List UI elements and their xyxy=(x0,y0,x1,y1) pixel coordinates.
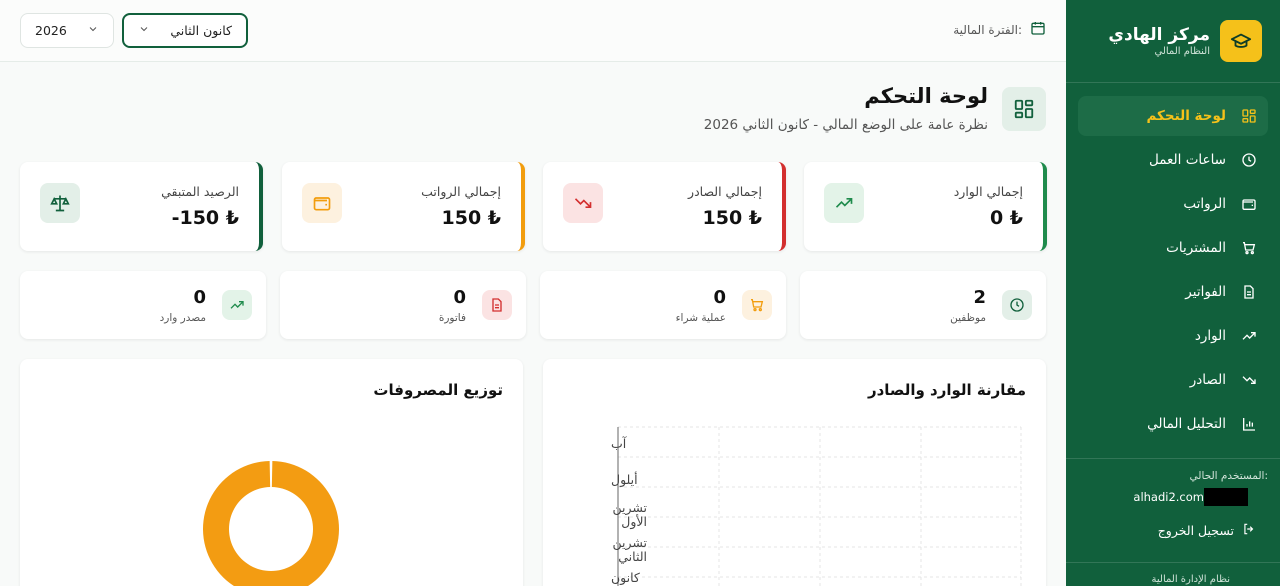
invoice-icon xyxy=(482,290,512,320)
year-value: 2026 xyxy=(35,23,67,38)
sidebar-item-expenses[interactable]: الصادر xyxy=(1078,360,1268,400)
month-select[interactable]: كانون الثاني xyxy=(122,13,248,48)
logout-button[interactable]: تسجيل الخروج xyxy=(1158,522,1256,539)
mini-card-invoices: 0 فاتورة xyxy=(280,271,526,339)
stat-card-total-income: إجمالي الوارد 0 ₺ xyxy=(804,162,1047,251)
sidebar-item-dashboard[interactable]: لوحة التحكم xyxy=(1078,96,1268,136)
sidebar-nav: لوحة التحكم ساعات العمل الرواتب المشتريا… xyxy=(1078,96,1268,448)
y-tick-label: آب xyxy=(611,436,627,451)
bar-chart-icon xyxy=(1240,415,1258,433)
y-tick-label: تشرين الأول xyxy=(612,500,647,529)
y-tick-label: كانون xyxy=(611,570,640,585)
redacted-block xyxy=(1204,488,1248,506)
current-user-label: المستخدم الحالي: xyxy=(1189,470,1268,482)
sidebar-divider xyxy=(1066,458,1280,459)
mini-value: 0 xyxy=(713,287,726,308)
stat-label: إجمالي الصادر xyxy=(688,184,762,199)
cart-icon xyxy=(742,290,772,320)
month-value: كانون الثاني xyxy=(170,23,232,38)
sidebar-item-label: الوارد xyxy=(1194,328,1226,344)
wallet-icon xyxy=(302,183,342,223)
sidebar-divider xyxy=(1066,562,1280,563)
sidebar-item-label: الصادر xyxy=(1189,372,1226,388)
stat-value: -150 ₺ xyxy=(171,207,239,229)
mini-value: 0 xyxy=(453,287,466,308)
sidebar: مركز الهادي النظام المالي لوحة التحكم سا… xyxy=(1066,0,1280,586)
mini-label: موظفين xyxy=(950,312,986,324)
sidebar-item-label: المشتريات xyxy=(1166,240,1226,256)
financial-period: الفترة المالية: xyxy=(953,20,1046,39)
trending-up-icon xyxy=(824,183,864,223)
stat-card-remaining-balance: الرصيد المتبقي -150 ₺ xyxy=(20,162,263,251)
stat-value: 150 ₺ xyxy=(441,207,502,229)
cart-icon xyxy=(1240,239,1258,257)
sidebar-item-label: لوحة التحكم xyxy=(1146,108,1226,124)
stat-card-total-expense: إجمالي الصادر 150 ₺ xyxy=(543,162,786,251)
stat-label: إجمالي الرواتب xyxy=(421,184,501,199)
trending-down-icon xyxy=(1240,371,1258,389)
clock-icon xyxy=(1002,290,1032,320)
stat-label: إجمالي الوارد xyxy=(953,184,1023,199)
top-bar: الفترة المالية: كانون الثاني 2026 xyxy=(0,0,1066,62)
mini-value: 0 xyxy=(193,287,206,308)
chevron-down-icon xyxy=(87,23,99,38)
trending-up-icon xyxy=(1240,327,1258,345)
trending-down-icon xyxy=(563,183,603,223)
mini-card-purchases: 0 عملية شراء xyxy=(540,271,786,339)
dashboard-icon xyxy=(1240,107,1258,125)
invoice-icon xyxy=(1240,283,1258,301)
brand-subtitle: النظام المالي xyxy=(1154,46,1211,57)
brand: مركز الهادي النظام المالي xyxy=(1108,20,1262,62)
sidebar-item-label: الرواتب xyxy=(1183,196,1226,212)
calendar-icon xyxy=(1030,20,1046,39)
trending-up-icon xyxy=(222,290,252,320)
mini-label: عملية شراء xyxy=(675,312,726,324)
sidebar-item-purchases[interactable]: المشتريات xyxy=(1078,228,1268,268)
scale-icon xyxy=(40,183,80,223)
mini-label: فاتورة xyxy=(438,312,466,324)
dashboard-icon xyxy=(1002,87,1046,131)
sidebar-item-invoices[interactable]: الفواتير xyxy=(1078,272,1268,312)
sidebar-item-work-hours[interactable]: ساعات العمل xyxy=(1078,140,1268,180)
page-title: لوحة التحكم xyxy=(864,84,988,108)
period-label: الفترة المالية: xyxy=(953,22,1022,37)
sidebar-divider xyxy=(1066,82,1280,83)
sidebar-item-label: ساعات العمل xyxy=(1149,152,1226,168)
y-tick-label: تشرين الثاني xyxy=(612,535,647,564)
graduation-cap-icon xyxy=(1220,20,1262,62)
mini-value: 2 xyxy=(973,287,986,308)
brand-title: مركز الهادي xyxy=(1108,25,1210,45)
expense-distribution-panel: توزيع المصروفات xyxy=(20,359,523,586)
mini-card-employees: 2 موظفين xyxy=(800,271,1046,339)
stat-value: 150 ₺ xyxy=(702,207,763,229)
year-select[interactable]: 2026 xyxy=(20,13,114,48)
logout-label: تسجيل الخروج xyxy=(1157,523,1234,538)
stat-value: 0 ₺ xyxy=(989,207,1023,229)
mini-label: مصدر وارد xyxy=(159,312,206,324)
y-tick-label: أيلول xyxy=(611,472,638,487)
wallet-icon xyxy=(1240,195,1258,213)
stat-label: الرصيد المتبقي xyxy=(161,184,239,199)
page-subtitle: نظرة عامة على الوضع المالي - كانون الثان… xyxy=(703,117,988,133)
sidebar-item-income[interactable]: الوارد xyxy=(1078,316,1268,356)
clock-icon xyxy=(1240,151,1258,169)
expense-donut-chart xyxy=(203,461,339,586)
chevron-down-icon xyxy=(138,23,150,38)
donut-slice xyxy=(203,461,339,586)
sidebar-footer: نظام الإدارة المالية xyxy=(1151,574,1230,585)
user-email-text: alhadi2.com xyxy=(1133,490,1204,504)
sidebar-item-label: الفواتير xyxy=(1185,284,1226,300)
sidebar-item-label: التحليل المالي xyxy=(1147,416,1226,432)
sidebar-item-analysis[interactable]: التحليل المالي xyxy=(1078,404,1268,444)
current-user-email: alhadi2.com xyxy=(1133,488,1248,506)
sidebar-item-salaries[interactable]: الرواتب xyxy=(1078,184,1268,224)
mini-card-income-sources: 0 مصدر وارد xyxy=(20,271,266,339)
logout-icon xyxy=(1242,522,1256,539)
stat-card-total-salaries: إجمالي الرواتب 150 ₺ xyxy=(282,162,525,251)
comparison-chart-panel: مقارنة الوارد والصادر آب أيلول تشرين الأ… xyxy=(543,359,1046,586)
